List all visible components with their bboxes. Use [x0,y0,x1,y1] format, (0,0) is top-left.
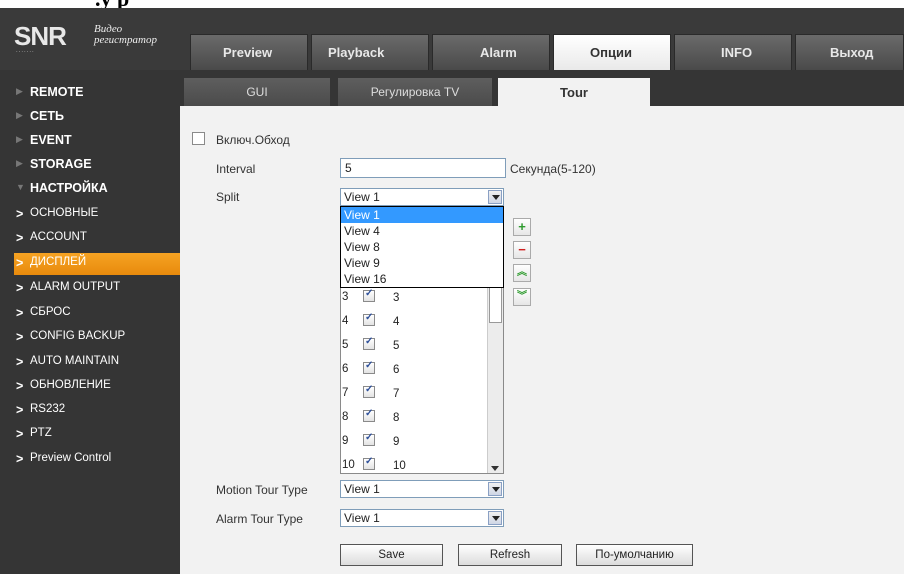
split-label: Split [216,190,240,204]
triangle-right-icon: ▶ [16,86,23,96]
chevron-right-icon: > [16,452,24,466]
sidebar-item-config-backup[interactable]: > CONFIG BACKUP [0,327,180,349]
channel-checkbox[interactable] [363,384,375,398]
move-down-icon[interactable]: ︾ [513,288,531,306]
split-option[interactable]: View 1 [341,207,503,223]
chevron-right-icon: > [16,207,24,221]
list-item[interactable]: 66 [341,360,489,381]
tab-playback[interactable]: Playback [311,34,429,70]
list-item[interactable]: 1010 [341,456,489,473]
split-option[interactable]: View 4 [341,223,503,239]
alarm-tour-select[interactable]: View 1 [340,509,504,527]
split-select[interactable]: View 1 [340,188,504,206]
remove-icon[interactable]: − [513,241,531,259]
sidebar-item-alarm-output[interactable]: > ALARM OUTPUT [0,278,180,300]
triangle-right-icon: ▶ [16,134,23,144]
sidebar: ▶ REMOTE ▶ СЕТЬ ▶ EVENT ▶ STORAGE ▼ НАСТРОЙКА… [0,70,180,574]
chevron-right-icon: > [16,379,24,393]
split-dropdown-list: View 1 View 4 View 8 View 9 View 16 [340,206,504,288]
list-item[interactable]: 99 [341,432,489,453]
channel-checkbox[interactable] [363,456,375,470]
channel-checkbox[interactable] [363,336,375,350]
move-up-icon[interactable]: ︽ [513,264,531,282]
triangle-right-icon: ▶ [16,158,23,168]
chevron-down-icon[interactable] [488,511,502,525]
sidebar-section-storage[interactable]: ▶ STORAGE [0,154,180,176]
tab-options[interactable]: Опции [553,34,671,70]
chevron-right-icon: > [16,355,24,369]
tab-preview[interactable]: Preview [190,34,308,70]
chevron-right-icon: > [16,231,24,245]
logo-tagline: Видео регистратор [94,23,157,46]
add-icon[interactable]: + [513,218,531,236]
split-option[interactable]: View 9 [341,255,503,271]
list-item[interactable]: 55 [341,336,489,357]
refresh-button[interactable]: Refresh [458,544,562,566]
app-header: SNR ....... Видео регистратор Preview Pl… [0,8,904,70]
chevron-right-icon: > [16,256,24,270]
list-item[interactable]: 33 [341,288,489,309]
split-option[interactable]: View 16 [341,271,503,287]
chevron-down-icon[interactable] [488,482,502,496]
subtabs-bar: GUI Регулировка TV Tour [180,70,904,106]
chevron-right-icon: > [16,281,24,295]
enable-tour-checkbox[interactable] [192,132,205,145]
list-item[interactable]: 77 [341,384,489,405]
tour-settings-panel: Включ.Обход Interval 5 Секунда(5-120) Sp… [180,106,904,574]
sidebar-item-display[interactable]: > ДИСПЛЕЙ [14,253,180,275]
channel-checkbox[interactable] [363,360,375,374]
sidebar-section-network[interactable]: ▶ СЕТЬ [0,106,180,128]
sidebar-item-reset[interactable]: > СБРОС [0,303,180,325]
cropped-caption: .у р [0,0,904,8]
chevron-right-icon: > [16,306,24,320]
subtab-gui[interactable]: GUI [184,78,330,106]
save-button[interactable]: Save [340,544,443,566]
logo: SNR ....... Видео регистратор [14,22,174,56]
split-option[interactable]: View 8 [341,239,503,255]
interval-label: Interval [216,162,256,176]
channel-checkbox[interactable] [363,432,375,446]
scroll-down-arrow-icon[interactable] [491,466,499,471]
tab-exit[interactable]: Выход [795,34,904,70]
sidebar-item-rs232[interactable]: > RS232 [0,400,180,422]
sidebar-item-ptz[interactable]: > PTZ [0,424,180,446]
motion-tour-label: Motion Tour Type [216,483,308,497]
sidebar-item-update[interactable]: > ОБНОВЛЕНИЕ [0,376,180,398]
tab-alarm[interactable]: Alarm [432,34,550,70]
sidebar-section-event[interactable]: ▶ EVENT [0,130,180,152]
triangle-right-icon: ▶ [16,110,23,120]
sidebar-section-remote[interactable]: ▶ REMOTE [0,82,180,104]
default-button[interactable]: По-умолчанию [576,544,693,566]
subtab-tour[interactable]: Tour [498,78,650,106]
triangle-down-icon: ▼ [16,182,25,192]
list-item[interactable]: 44 [341,312,489,333]
subtab-tv-adjust[interactable]: Регулировка TV [338,78,492,106]
sidebar-item-preview-control[interactable]: > Preview Control [0,449,180,471]
sidebar-section-settings[interactable]: ▼ НАСТРОЙКА [0,178,180,200]
interval-unit-label: Секунда(5-120) [510,162,596,176]
channel-checkbox[interactable] [363,408,375,422]
channel-checkbox[interactable] [363,288,375,302]
motion-tour-select[interactable]: View 1 [340,480,504,498]
channel-checkbox[interactable] [363,312,375,326]
interval-input[interactable]: 5 [340,158,506,178]
chevron-right-icon: > [16,403,24,417]
chevron-right-icon: > [16,427,24,441]
enable-tour-label: Включ.Обход [216,133,290,147]
list-item[interactable]: 88 [341,408,489,429]
chevron-right-icon: > [16,330,24,344]
sidebar-item-account[interactable]: > ACCOUNT [0,228,180,250]
sidebar-item-general[interactable]: > ОСНОВНЫЕ [0,204,180,226]
logo-subtext: ....... [16,48,35,54]
tab-info[interactable]: INFO [674,34,792,70]
chevron-down-icon[interactable] [488,190,502,204]
alarm-tour-label: Alarm Tour Type [216,512,303,526]
sidebar-item-auto-maintain[interactable]: > AUTO MAINTAIN [0,352,180,374]
